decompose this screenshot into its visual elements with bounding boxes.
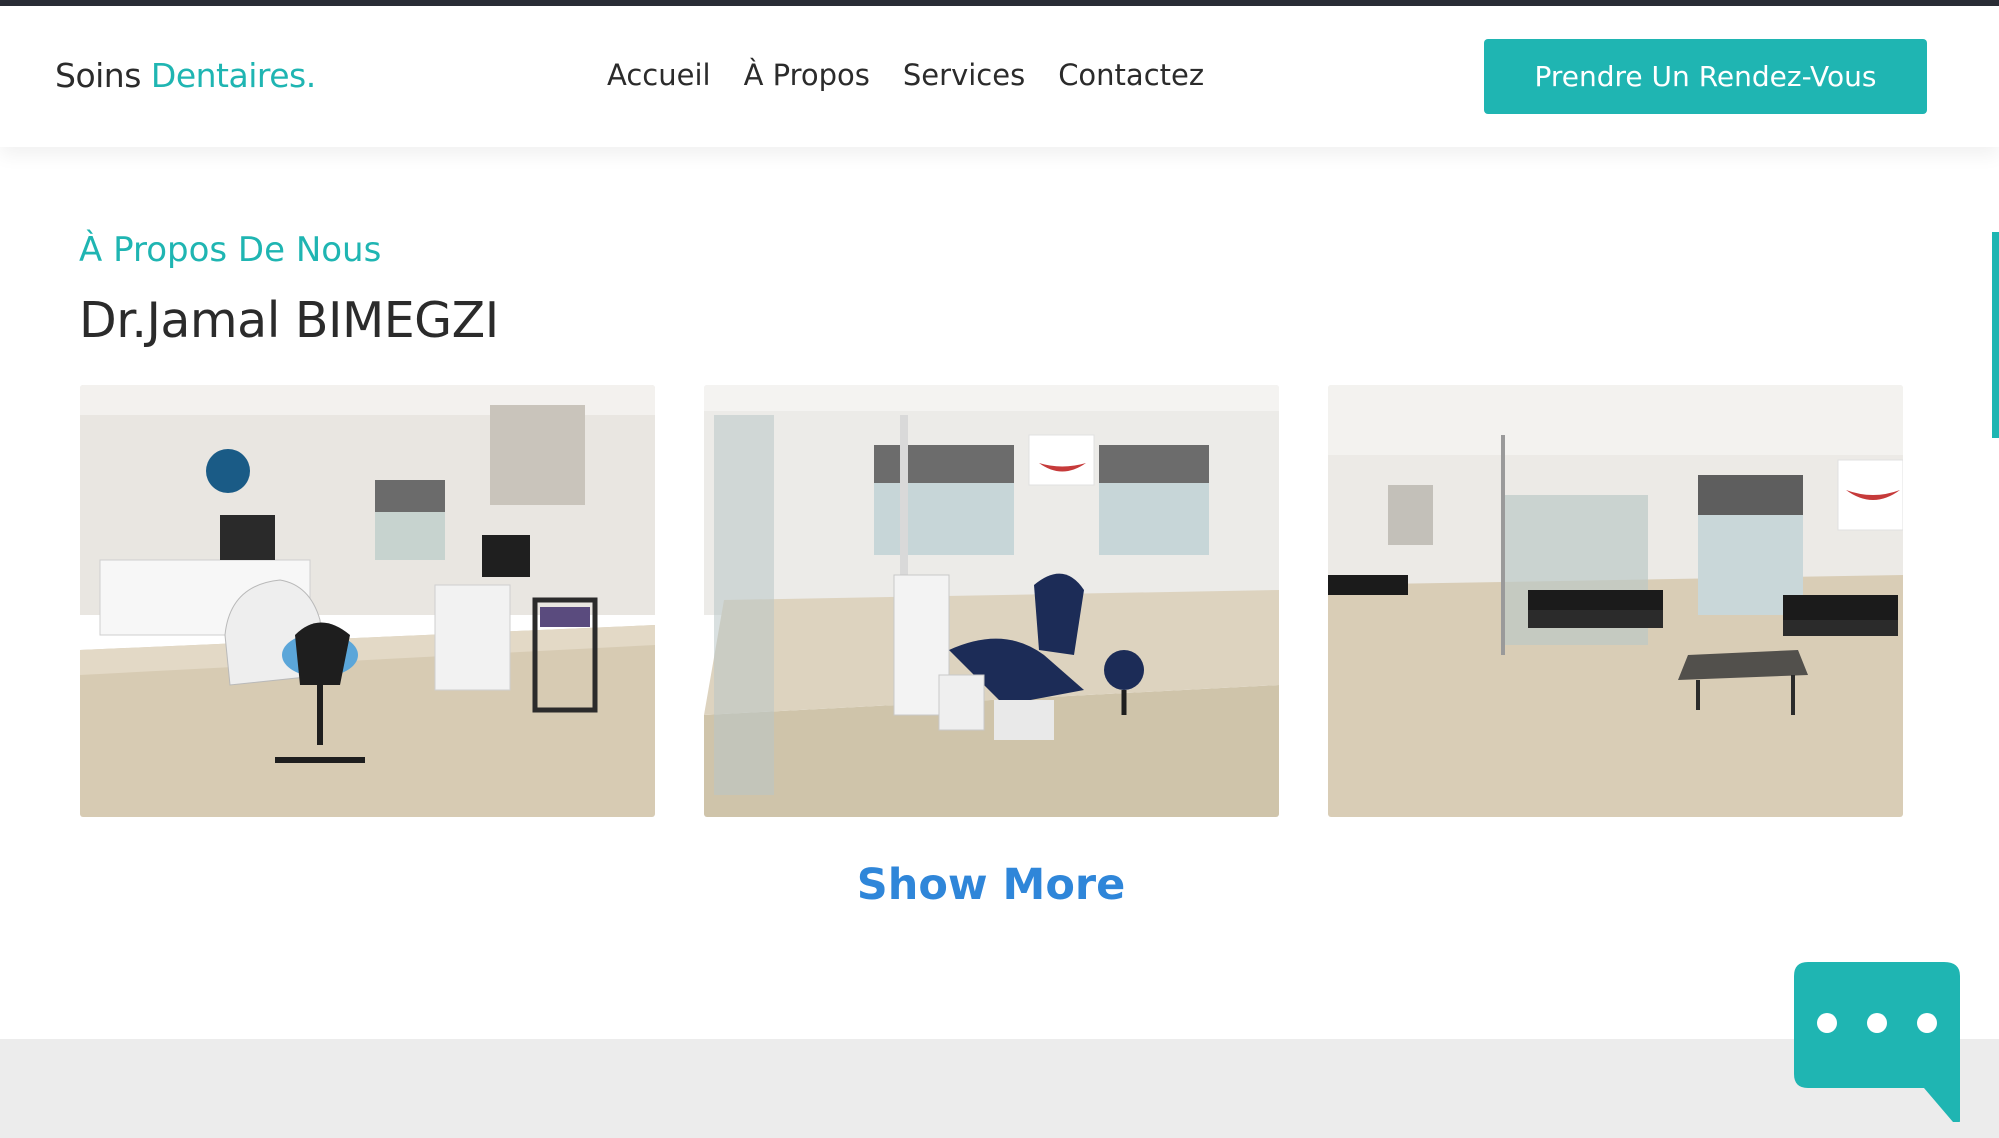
clinic-gallery: [80, 385, 1903, 817]
chat-bubble-icon[interactable]: [1794, 962, 1960, 1125]
scrollbar-thumb[interactable]: [1992, 232, 1999, 438]
appointment-button[interactable]: Prendre Un Rendez-Vous: [1484, 39, 1927, 114]
nav-item-a-propos[interactable]: À Propos: [744, 58, 870, 92]
main-nav: Accueil À Propos Services Contactez: [607, 58, 1237, 92]
site-logo[interactable]: Soins Dentaires.: [55, 56, 316, 95]
section-title: Dr.Jamal BIMEGZI: [79, 292, 499, 349]
nav-item-services[interactable]: Services: [903, 58, 1025, 92]
gallery-photo-waiting-room[interactable]: [1328, 385, 1903, 817]
show-more-link[interactable]: Show More: [0, 860, 1982, 910]
nav-item-contactez[interactable]: Contactez: [1058, 58, 1204, 92]
site-header: Soins Dentaires. Accueil À Propos Servic…: [0, 6, 1999, 147]
gallery-photo-dental-chair[interactable]: [704, 385, 1279, 817]
section-eyebrow: À Propos De Nous: [79, 230, 382, 270]
nav-item-accueil[interactable]: Accueil: [607, 58, 711, 92]
logo-accent: Dentaires.: [150, 56, 316, 95]
logo-prefix: Soins: [55, 56, 141, 95]
footer-band: [0, 1039, 1999, 1138]
gallery-photo-treatment-room[interactable]: [80, 385, 655, 817]
